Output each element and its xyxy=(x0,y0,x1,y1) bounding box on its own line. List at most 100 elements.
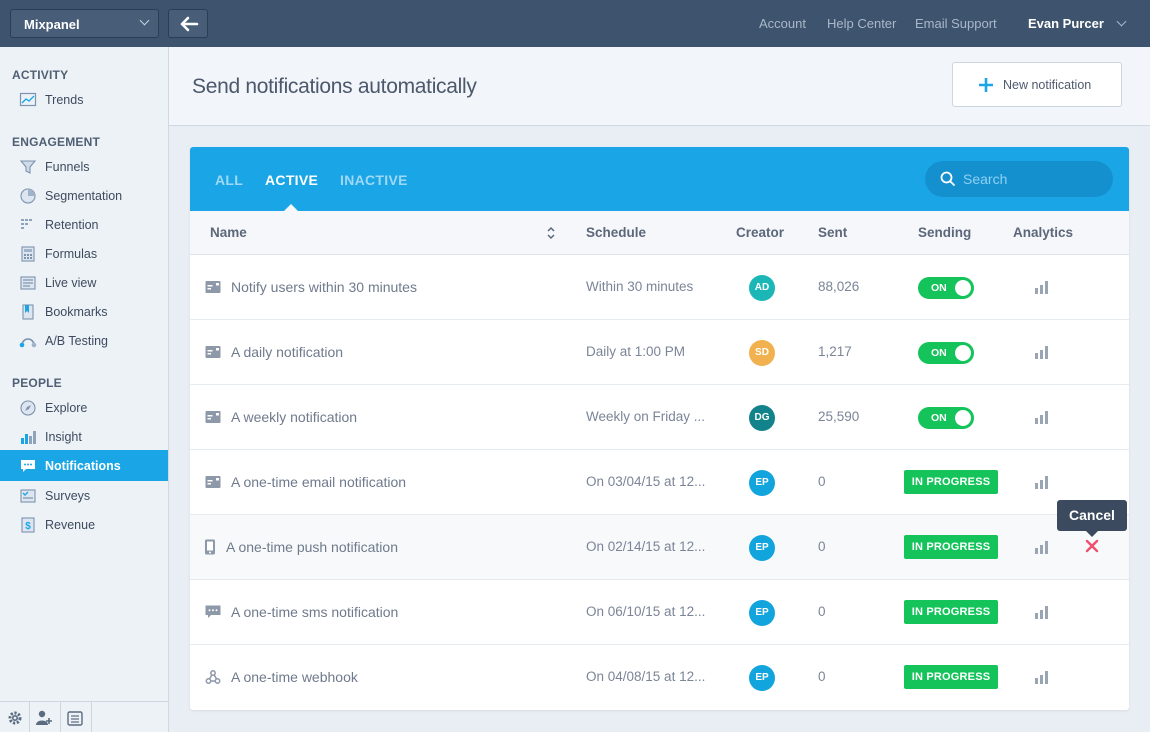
email-icon xyxy=(205,281,221,293)
table-row[interactable]: A one-time email notification On 03/04/1… xyxy=(190,450,1129,515)
sending-toggle[interactable]: ON xyxy=(918,277,974,299)
sidebar-item-bookmarks[interactable]: Bookmarks xyxy=(0,297,168,326)
email-icon xyxy=(205,411,221,423)
tooltip-arrow xyxy=(1086,531,1098,537)
schedule: Within 30 minutes xyxy=(586,279,694,294)
avatar: SD xyxy=(749,340,775,366)
sidebar-item-retention[interactable]: Retention xyxy=(0,210,168,239)
notification-name[interactable]: A daily notification xyxy=(231,344,343,360)
table-row[interactable]: Notify users within 30 minutes Within 30… xyxy=(190,255,1129,320)
sidebar-item-label: A/B Testing xyxy=(45,334,109,348)
sidebar-item-segmentation[interactable]: Segmentation xyxy=(0,181,168,210)
status-badge: IN PROGRESS xyxy=(904,535,998,559)
column-name[interactable]: Name xyxy=(210,225,247,240)
schedule: On 03/04/15 at 12... xyxy=(586,474,706,489)
table-row[interactable]: A weekly notification Weekly on Friday .… xyxy=(190,385,1129,450)
analytics-icon[interactable] xyxy=(1033,344,1051,360)
column-analytics: Analytics xyxy=(1013,225,1074,240)
analytics-icon[interactable] xyxy=(1033,279,1051,295)
sidebar-footer xyxy=(0,701,168,732)
cancel-icon[interactable] xyxy=(1085,539,1099,553)
sidebar-item-funnels[interactable]: Funnels xyxy=(0,152,168,181)
search-box[interactable] xyxy=(925,161,1113,197)
notification-name[interactable]: Notify users within 30 minutes xyxy=(231,279,417,295)
tab-active[interactable]: ACTIVE xyxy=(265,172,318,188)
sidebar-item-notifications[interactable]: Notifications xyxy=(0,450,168,481)
sidebar-item-label: Insight xyxy=(45,430,82,444)
email-icon xyxy=(205,476,221,488)
sending-toggle[interactable]: ON xyxy=(918,407,974,429)
account-link[interactable]: Account xyxy=(759,16,806,31)
gear-icon[interactable] xyxy=(6,709,24,727)
sidebar-item-revenue[interactable]: $ Revenue xyxy=(0,510,168,539)
notification-name[interactable]: A one-time push notification xyxy=(226,539,398,555)
chevron-down-icon xyxy=(139,15,150,26)
sidebar-item-label: Funnels xyxy=(45,160,90,174)
plus-icon xyxy=(979,78,993,92)
svg-text:$: $ xyxy=(25,521,31,532)
sidebar-item-label: Surveys xyxy=(45,489,91,503)
analytics-icon[interactable] xyxy=(1033,604,1051,620)
new-notification-button[interactable]: New notification xyxy=(952,62,1122,107)
sidebar-item-ab-testing[interactable]: A/B Testing xyxy=(0,326,168,355)
active-tab-indicator xyxy=(284,204,298,211)
email-support-link[interactable]: Email Support xyxy=(915,16,997,31)
status-badge: IN PROGRESS xyxy=(904,470,998,494)
table-row[interactable]: A one-time webhook On 04/08/15 at 12... … xyxy=(190,645,1129,710)
sidebar: ACTIVITY Trends ENGAGEMENT Funnels Segme… xyxy=(0,47,169,732)
sidebar-item-live-view[interactable]: Live view xyxy=(0,268,168,297)
analytics-icon[interactable] xyxy=(1033,669,1051,685)
toggle-label: ON xyxy=(931,347,947,359)
column-sent: Sent xyxy=(818,225,848,240)
avatar: EP xyxy=(749,665,775,691)
sidebar-item-label: Trends xyxy=(45,93,84,107)
analytics-icon[interactable] xyxy=(1033,474,1051,490)
revenue-icon: $ xyxy=(21,517,35,533)
funnel-icon xyxy=(19,160,37,174)
sidebar-item-insight[interactable]: Insight xyxy=(0,422,168,451)
avatar: EP xyxy=(749,600,775,626)
sidebar-item-label: Live view xyxy=(45,276,97,290)
back-button[interactable] xyxy=(168,9,208,38)
sidebar-item-label: Formulas xyxy=(45,247,98,261)
add-user-icon[interactable] xyxy=(35,709,53,727)
sidebar-item-surveys[interactable]: Surveys xyxy=(0,481,168,510)
tab-inactive[interactable]: INACTIVE xyxy=(340,172,408,188)
toggle-knob xyxy=(955,345,971,361)
sidebar-item-formulas[interactable]: Formulas xyxy=(0,239,168,268)
section-title-activity: ACTIVITY xyxy=(12,68,69,82)
notification-name[interactable]: A one-time sms notification xyxy=(231,604,398,620)
project-select[interactable]: Mixpanel xyxy=(10,9,159,38)
table-row[interactable]: A one-time sms notification On 06/10/15 … xyxy=(190,580,1129,645)
table-header: Name Schedule Creator Sent Sending Analy… xyxy=(190,211,1129,255)
sending-toggle[interactable]: ON xyxy=(918,342,974,364)
notification-name[interactable]: A one-time webhook xyxy=(231,669,358,685)
analytics-icon[interactable] xyxy=(1033,409,1051,425)
chevron-down-icon[interactable] xyxy=(1116,16,1127,27)
sidebar-item-label: Revenue xyxy=(45,518,96,532)
search-input[interactable] xyxy=(963,169,1103,189)
page-header: Send notifications automatically New not… xyxy=(169,47,1150,126)
insight-icon xyxy=(21,431,36,444)
table-row[interactable]: A one-time push notification On 02/14/15… xyxy=(190,515,1129,580)
sidebar-item-label: Segmentation xyxy=(45,189,123,203)
column-schedule: Schedule xyxy=(586,225,647,240)
footer-divider xyxy=(91,702,92,732)
table-row[interactable]: A daily notification Daily at 1:00 PM SD… xyxy=(190,320,1129,385)
sidebar-item-trends[interactable]: Trends xyxy=(0,85,168,114)
notifications-panel: ALL ACTIVE INACTIVE Name Schedule Creato… xyxy=(190,147,1129,710)
archive-icon[interactable] xyxy=(66,709,84,727)
notification-name[interactable]: A one-time email notification xyxy=(231,474,406,490)
user-menu[interactable]: Evan Purcer xyxy=(1028,16,1104,31)
explore-icon xyxy=(20,400,36,416)
toggle-knob xyxy=(955,280,971,296)
page-title: Send notifications automatically xyxy=(192,75,477,98)
sort-icon[interactable] xyxy=(546,226,556,240)
sidebar-item-explore[interactable]: Explore xyxy=(0,393,168,422)
tab-all[interactable]: ALL xyxy=(215,172,243,188)
notification-name[interactable]: A weekly notification xyxy=(231,409,357,425)
section-title-engagement: ENGAGEMENT xyxy=(12,135,101,149)
avatar: AD xyxy=(749,275,775,301)
analytics-icon[interactable] xyxy=(1033,539,1051,555)
help-center-link[interactable]: Help Center xyxy=(827,16,896,31)
